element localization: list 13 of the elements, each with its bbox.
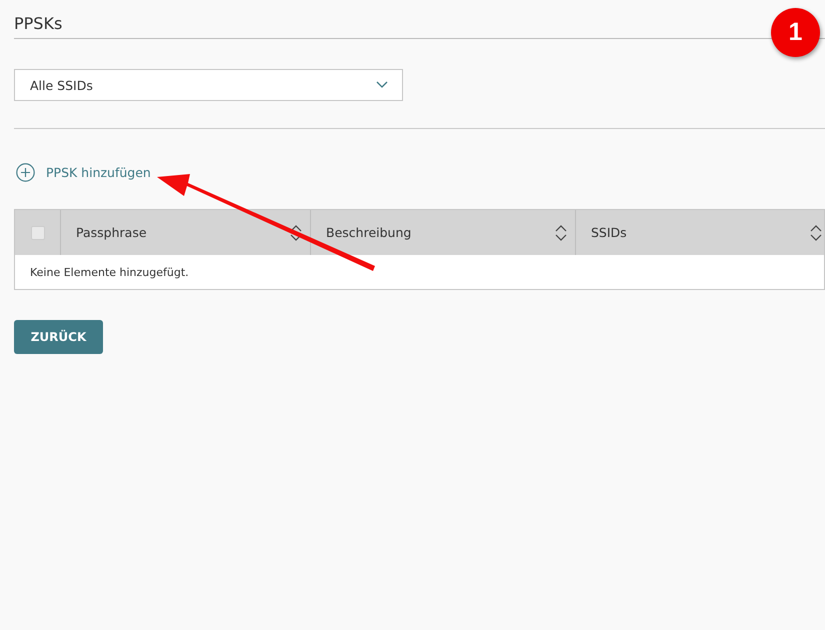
ssid-dropdown[interactable]: Alle SSIDs xyxy=(14,69,403,101)
back-button[interactable]: ZURÜCK xyxy=(14,320,103,354)
add-circle-icon[interactable] xyxy=(16,162,35,182)
sort-icon[interactable] xyxy=(290,224,302,240)
page-title: PPSKs xyxy=(14,13,62,35)
step-badge: 1 xyxy=(771,8,820,57)
chevron-down-icon xyxy=(376,81,388,89)
column-header[interactable]: SSIDs xyxy=(575,210,824,255)
add-ppsk-link[interactable]: PPSK hinzufügen xyxy=(46,164,151,180)
select-all-checkbox[interactable] xyxy=(30,226,44,240)
sort-icon[interactable] xyxy=(810,224,822,240)
empty-message: Keine Elemente hinzugefügt. xyxy=(29,264,190,280)
sort-icon[interactable] xyxy=(555,224,567,240)
